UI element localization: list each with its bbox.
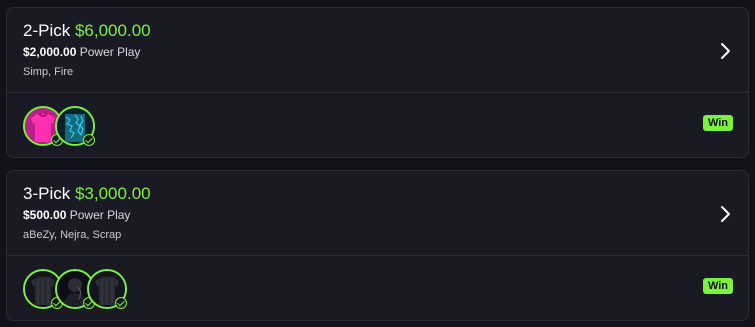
pick-label: 2-Pick	[23, 21, 71, 40]
chevron-right-icon[interactable]	[720, 42, 732, 60]
entry-info: $2,000.00 Power Play	[23, 45, 140, 59]
payout-amount: $6,000.00	[74, 21, 151, 40]
win-badge: Win	[702, 115, 733, 131]
entry-card: 3-Pick $3,000.00 $500.00 Power Play aBeZ…	[6, 170, 749, 321]
player-names: Simp, Fire	[23, 66, 74, 78]
win-badge: Win	[702, 278, 733, 294]
entry-amount: $2,000.00	[23, 45, 77, 59]
entry-info: $500.00 Power Play	[23, 208, 130, 222]
payout-amount: $3,000.00	[74, 184, 151, 203]
player-names: aBeZy, Nejra, Scrap	[23, 229, 122, 241]
entry-card-footer: Win	[7, 256, 748, 320]
entry-amount: $500.00	[23, 208, 67, 222]
chevron-right-icon[interactable]	[720, 205, 732, 223]
check-icon	[83, 134, 95, 146]
pick-label: 3-Pick	[23, 184, 71, 203]
entry-title: 3-Pick $3,000.00	[23, 184, 151, 204]
play-mode: Power Play	[79, 45, 141, 59]
play-mode: Power Play	[69, 208, 131, 222]
entry-title: 2-Pick $6,000.00	[23, 21, 151, 41]
entry-card-header[interactable]: 2-Pick $6,000.00 $2,000.00 Power Play Si…	[7, 8, 748, 93]
check-icon	[115, 297, 127, 309]
entry-card-footer: Win	[7, 93, 748, 157]
entry-card-header[interactable]: 3-Pick $3,000.00 $500.00 Power Play aBeZ…	[7, 171, 748, 256]
entry-card: 2-Pick $6,000.00 $2,000.00 Power Play Si…	[6, 7, 749, 158]
